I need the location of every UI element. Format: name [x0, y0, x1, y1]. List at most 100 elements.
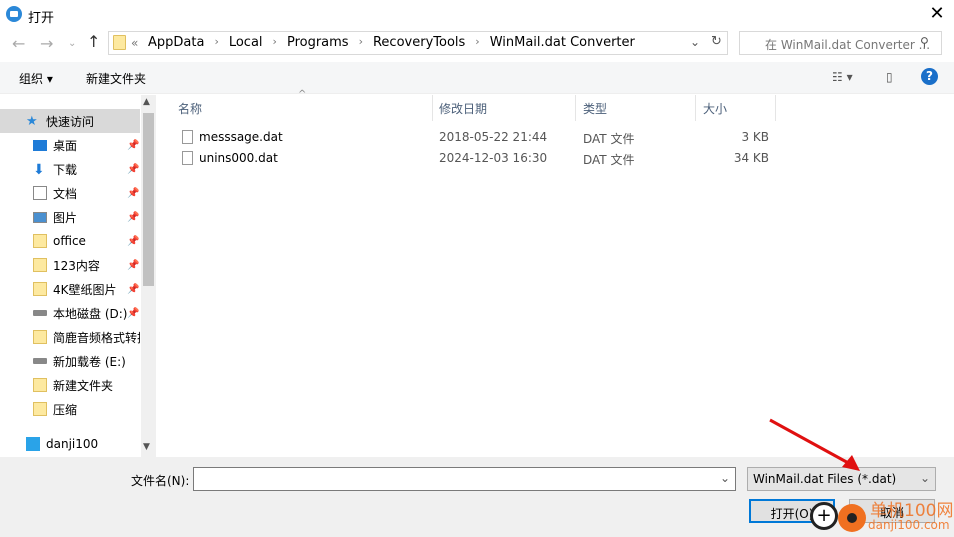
sidebar-item[interactable]: ⬇ 下载 📌 — [0, 157, 140, 181]
pin-icon: 📌 — [127, 139, 140, 151]
scroll-down-icon[interactable]: ▼ — [143, 442, 150, 452]
file-row[interactable]: messsage.dat 2018-05-22 21:44 DAT 文件 3 K… — [160, 127, 780, 148]
sidebar-item[interactable]: 本地磁盘 (D:) 📌 — [0, 301, 140, 325]
crumb[interactable]: Local — [229, 35, 263, 50]
close-button[interactable]: ✕ — [922, 2, 952, 28]
pin-icon: 📌 — [127, 307, 140, 319]
filename-label: 文件名(N): — [131, 474, 190, 488]
document-icon — [33, 186, 47, 200]
overflow-chevron[interactable]: « — [131, 36, 138, 50]
title-bar — [0, 0, 954, 30]
column-type[interactable]: 类型 — [576, 95, 696, 121]
file-icon — [182, 130, 193, 144]
new-folder-button[interactable]: 新建文件夹 — [86, 70, 146, 87]
sidebar-item[interactable]: 4K壁纸图片 📌 — [0, 277, 140, 301]
folder-icon — [33, 258, 47, 272]
sidebar-item-label: 压缩 — [53, 402, 78, 417]
file-name: unins000.dat — [199, 151, 278, 165]
sidebar-item[interactable]: 文档 📌 — [0, 181, 140, 205]
sidebar-item-label: 新建文件夹 — [53, 378, 114, 393]
sidebar-item-label: 简鹿音频格式转换 — [53, 330, 140, 345]
filename-dropdown[interactable]: ⌄ — [720, 471, 730, 485]
file-icon — [182, 151, 193, 165]
chevron-down-icon: ⌄ — [920, 471, 931, 485]
sidebar-item-label: 新加载卷 (E:) — [53, 354, 126, 369]
cloud-icon — [26, 437, 40, 451]
crumb[interactable]: WinMail.dat Converter — [490, 35, 635, 50]
folder-icon — [33, 282, 47, 296]
crumb[interactable]: RecoveryTools — [373, 35, 465, 50]
sidebar-item[interactable]: 桌面 📌 — [0, 133, 140, 157]
help-icon[interactable]: ? — [921, 68, 938, 85]
filename-input[interactable] — [193, 467, 736, 491]
desktop-icon — [33, 139, 47, 151]
watermark-logo — [838, 504, 866, 532]
back-button[interactable]: ← — [12, 34, 25, 53]
folder-icon — [33, 402, 47, 416]
crumb[interactable]: AppData — [148, 35, 204, 50]
pin-icon: 📌 — [127, 259, 140, 271]
mail-app-icon — [6, 6, 22, 22]
picture-icon — [33, 211, 47, 223]
pin-icon: 📌 — [127, 235, 140, 247]
file-type: DAT 文件 — [583, 132, 635, 146]
drive-icon — [33, 310, 47, 316]
folder-icon — [33, 234, 47, 248]
sidebar-item[interactable]: 压缩 — [0, 397, 140, 421]
view-options-icon[interactable]: ☷ ▾ — [832, 70, 853, 84]
scrollbar-thumb[interactable] — [143, 113, 154, 286]
sidebar-item-label: danji100 — [46, 437, 99, 451]
refresh-icon[interactable]: ↻ — [711, 34, 722, 49]
file-size: 3 KB — [741, 130, 769, 144]
crumb[interactable]: Programs — [287, 35, 349, 50]
sidebar-item[interactable]: 新加载卷 (E:) — [0, 349, 140, 373]
file-type: DAT 文件 — [583, 153, 635, 167]
preview-pane-icon[interactable]: ▯ — [886, 70, 893, 84]
sidebar-item[interactable]: office 📌 — [0, 229, 140, 253]
folder-icon — [33, 330, 47, 344]
sidebar-item[interactable]: 图片 📌 — [0, 205, 140, 229]
star-icon: ★ — [26, 114, 38, 129]
watermark-url: danji100.com — [868, 518, 950, 532]
column-date[interactable]: 修改日期 — [432, 95, 576, 121]
navigation-pane: ★ 快速访问 桌面 📌 ⬇ 下载 📌 文档 📌 图片 📌 office 📌 123内容 📌 4K壁纸图片 📌 本地… — [0, 95, 156, 457]
search-icon: ⚲ — [920, 35, 929, 49]
pin-icon: 📌 — [127, 283, 140, 295]
scroll-up-icon[interactable]: ▲ — [143, 97, 150, 107]
file-name: messsage.dat — [199, 130, 283, 144]
watermark-plus-icon: + — [810, 502, 838, 530]
sidebar-item[interactable]: 简鹿音频格式转换 — [0, 325, 140, 349]
sidebar-item-label: 本地磁盘 (D:) — [53, 306, 128, 321]
pin-icon: 📌 — [127, 163, 140, 175]
file-date: 2018-05-22 21:44 — [439, 130, 548, 144]
red-arrow-annotation — [769, 418, 860, 471]
pin-icon: 📌 — [127, 187, 140, 199]
window-title: 打开 — [28, 11, 55, 26]
sidebar-item-label: 快速访问 — [46, 114, 95, 129]
file-row[interactable]: unins000.dat 2024-12-03 16:30 DAT 文件 34 … — [160, 148, 780, 169]
sidebar-item-label: 桌面 — [53, 138, 78, 153]
forward-button[interactable]: → — [40, 34, 53, 53]
column-size[interactable]: 大小 — [696, 95, 776, 121]
sidebar-item[interactable]: ★ 快速访问 — [0, 109, 140, 133]
download-icon: ⬇ — [33, 162, 45, 178]
search-input[interactable]: 在 WinMail.dat Converter ... — [739, 31, 942, 55]
folder-icon — [33, 378, 47, 392]
folder-icon — [113, 35, 126, 50]
column-name[interactable]: 名称 — [171, 95, 433, 121]
address-dropdown[interactable]: ⌄ — [690, 35, 700, 49]
sidebar-item[interactable]: danji100 — [0, 432, 140, 456]
sidebar-item-label: 123内容 — [53, 258, 100, 273]
up-button[interactable]: ↑ — [87, 32, 100, 51]
pin-icon: 📌 — [127, 211, 140, 223]
recent-dropdown[interactable]: ⌄ — [68, 38, 76, 49]
organize-button[interactable]: 组织 ▾ — [19, 70, 53, 87]
sidebar-item[interactable]: 新建文件夹 — [0, 373, 140, 397]
sidebar-item-label: office — [53, 234, 86, 248]
breadcrumb: AppData › Local › Programs › RecoveryTools ›… — [148, 35, 635, 50]
sidebar-item-label: 4K壁纸图片 — [53, 282, 117, 297]
sidebar-item-label: 下载 — [53, 162, 78, 177]
sidebar-item-label: 文档 — [53, 186, 78, 201]
sidebar-item-label: 图片 — [53, 210, 78, 225]
sidebar-item[interactable]: 123内容 📌 — [0, 253, 140, 277]
